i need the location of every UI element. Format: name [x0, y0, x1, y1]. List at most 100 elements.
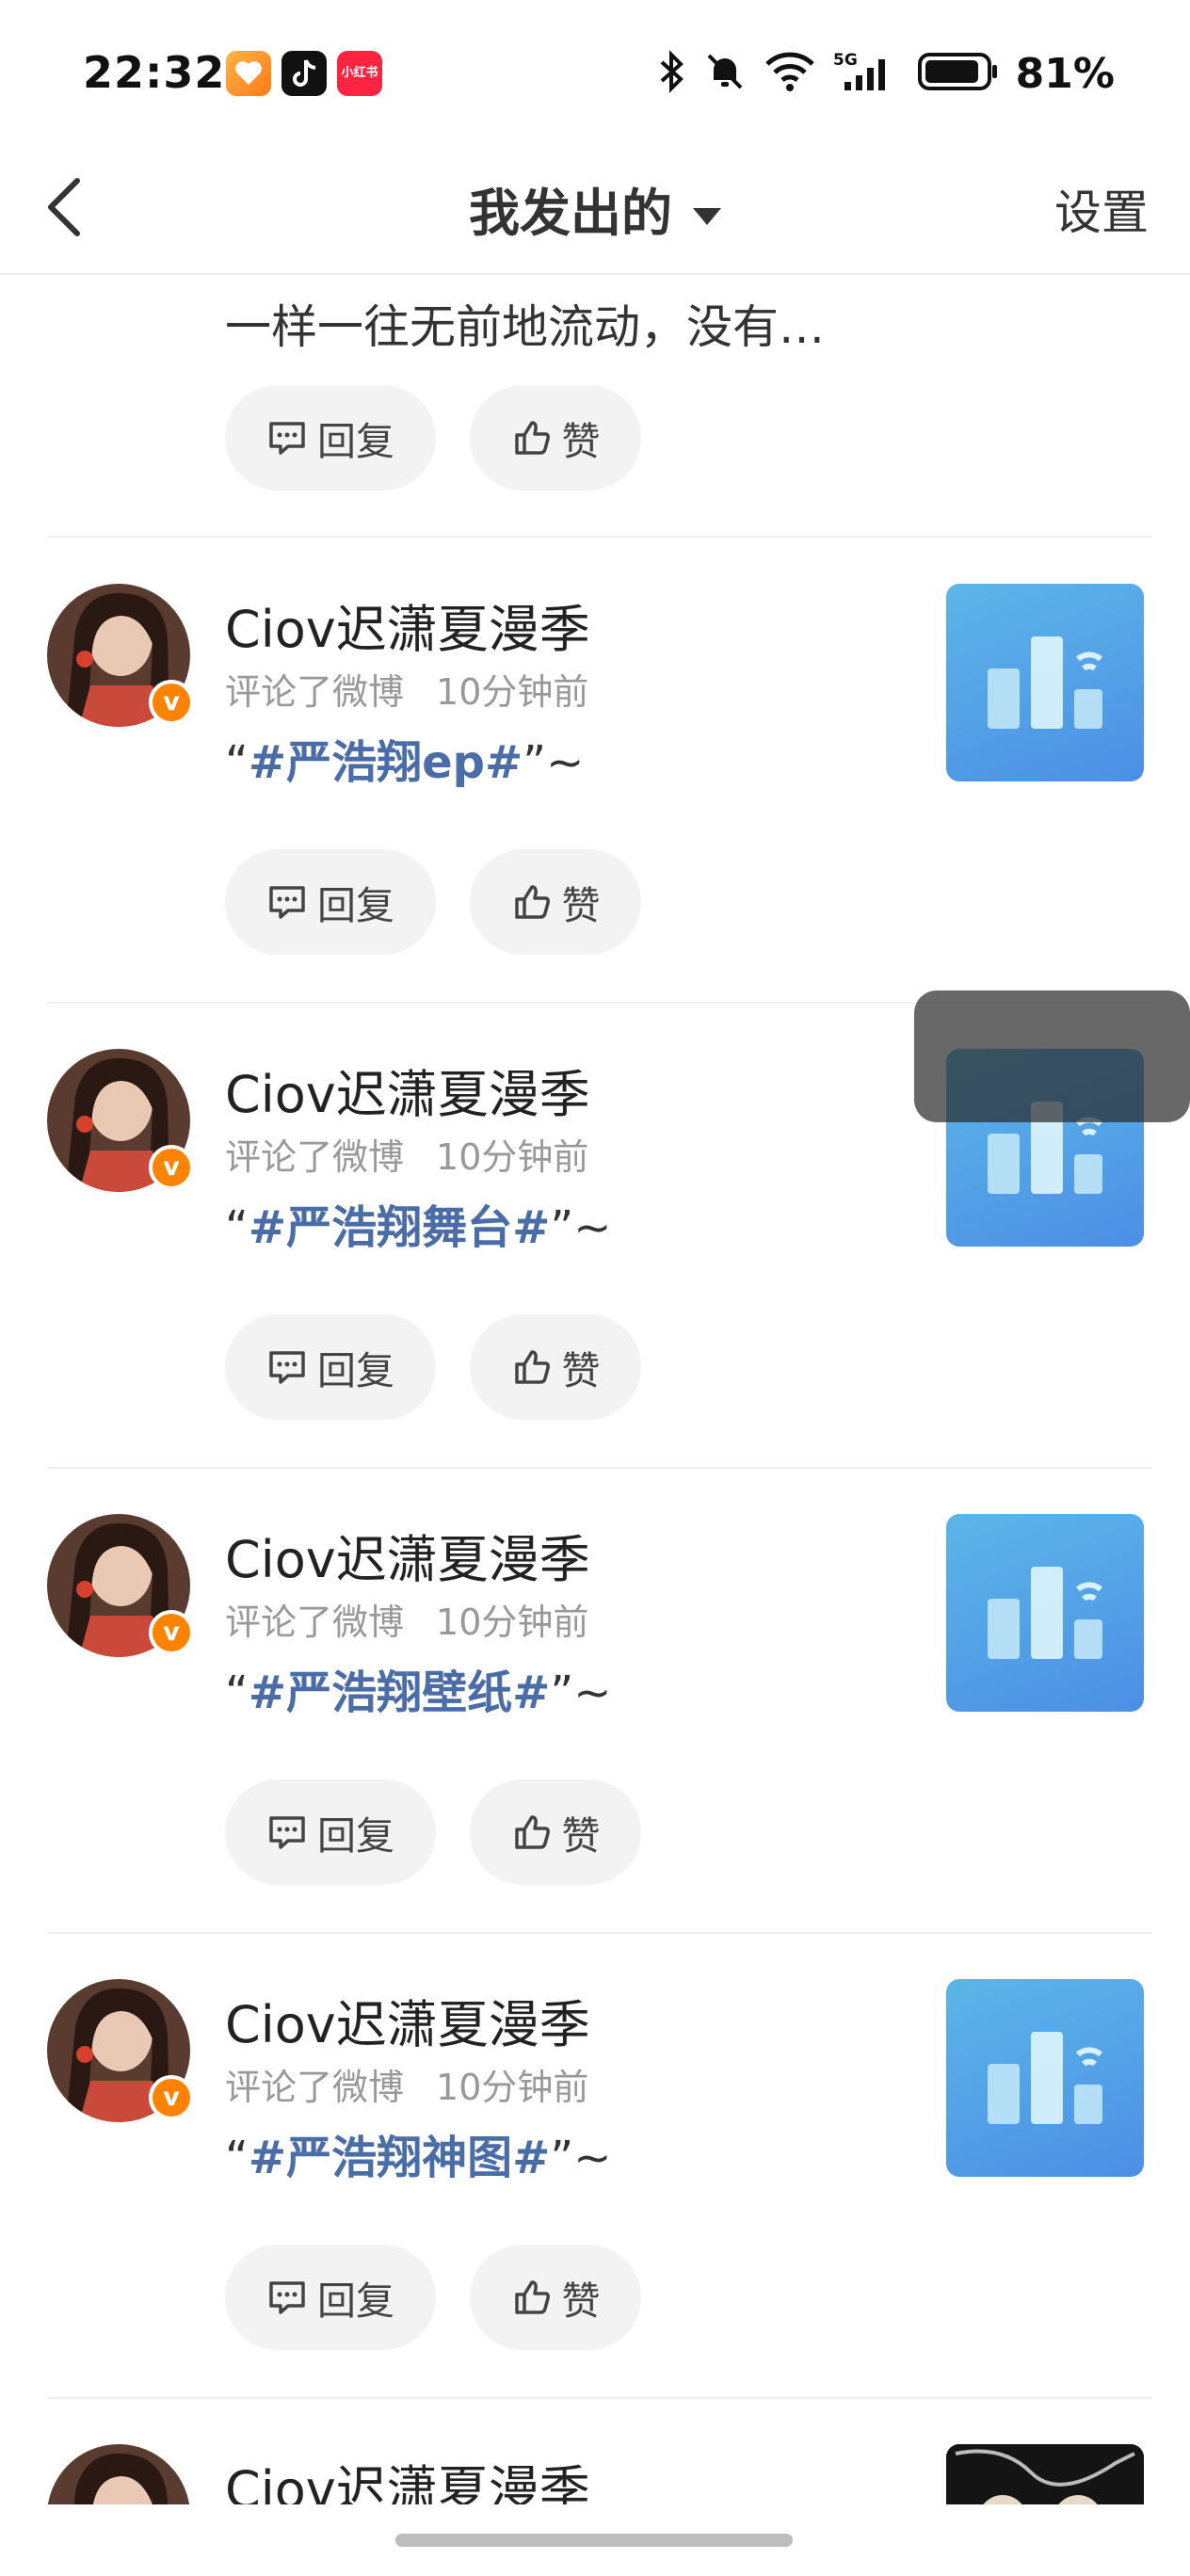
list-item[interactable]: v Ciov迟潇夏漫季 评论了微博 10分钟前 “#严浩翔ep#”~ 回复 赞 — [0, 539, 1190, 1004]
comment-text[interactable]: “#严浩翔壁纸#”~ — [225, 1655, 611, 1721]
status-time: 22:32 — [83, 47, 226, 98]
comment-icon — [269, 422, 305, 455]
thumbs-up-icon — [514, 421, 550, 455]
quote-close: ”~ — [550, 1201, 612, 1254]
user-name[interactable]: Ciov迟潇夏漫季 — [225, 1518, 590, 1592]
like-button[interactable]: 赞 — [470, 1779, 641, 1885]
navigation-bar: 我发出的 设置 — [0, 141, 1190, 275]
reply-button[interactable]: 回复 — [225, 849, 436, 955]
list-item[interactable]: v Ciov迟潇夏漫季 评论了微博 10分钟前 “#严浩翔壁纸#”~ 回复 赞 — [0, 1469, 1190, 1934]
post-thumbnail[interactable] — [946, 584, 1144, 781]
verified-badge-icon: v — [149, 1610, 194, 1655]
comment-text[interactable]: 一样一往无前地流动，没有… — [225, 290, 825, 357]
comment-text[interactable]: “#严浩翔ep#”~ — [225, 725, 584, 791]
like-button[interactable]: 赞 — [470, 1314, 641, 1420]
reply-label: 回复 — [317, 883, 394, 928]
reply-button[interactable]: 回复 — [225, 1779, 436, 1885]
wifi-icon — [764, 51, 816, 96]
topic-link[interactable]: #严浩翔神图# — [249, 2132, 550, 2184]
comment-icon — [269, 1351, 305, 1384]
status-bar: 22:32 小红书 5G 81% — [0, 0, 1190, 141]
post-thumbnail[interactable] — [946, 1514, 1144, 1712]
comment-text[interactable]: “#严浩翔舞台#”~ — [225, 1190, 611, 1256]
like-button[interactable]: 赞 — [470, 2245, 641, 2350]
reply-label: 回复 — [317, 1348, 394, 1393]
page-title: 我发出的 — [469, 184, 672, 243]
action-label: 评论了微博 — [225, 671, 405, 713]
like-label: 赞 — [561, 1813, 601, 1859]
user-name[interactable]: Ciov迟潇夏漫季 — [225, 588, 590, 662]
like-button[interactable]: 赞 — [470, 385, 641, 491]
quote-open: “ — [225, 1201, 249, 1254]
quote-open: “ — [225, 1666, 249, 1719]
user-name[interactable]: Ciov迟潇夏漫季 — [225, 2448, 590, 2504]
post-thumbnail[interactable] — [946, 2444, 1144, 2504]
comment-text[interactable]: “#严浩翔神图#”~ — [225, 2120, 611, 2186]
image-thumbnail-icon — [946, 2444, 1144, 2504]
comment-icon — [269, 1816, 305, 1849]
timestamp: 10分钟前 — [436, 671, 589, 713]
like-button[interactable]: 赞 — [470, 849, 641, 955]
timestamp: 10分钟前 — [436, 1136, 589, 1178]
thumbs-up-icon — [514, 885, 550, 919]
comment-icon — [269, 2281, 305, 2314]
quote-close: ”~ — [550, 1666, 612, 1719]
comment-actions: 回复 赞 — [225, 1314, 641, 1420]
verified-badge-icon: v — [149, 680, 194, 725]
timestamp: 10分钟前 — [436, 2067, 589, 2108]
reply-button[interactable]: 回复 — [225, 385, 436, 491]
reply-button[interactable]: 回复 — [225, 2245, 436, 2350]
quote-close: ”~ — [523, 736, 585, 789]
battery-icon — [917, 51, 999, 96]
action-label: 评论了微博 — [225, 1602, 405, 1643]
post-thumbnail[interactable] — [946, 1979, 1144, 2177]
action-label: 评论了微博 — [225, 1136, 405, 1178]
comment-icon — [269, 886, 305, 919]
like-label: 赞 — [561, 419, 601, 464]
comment-meta: 评论了微博 10分钟前 — [225, 1128, 588, 1180]
heart-app-icon — [226, 51, 271, 96]
quote-open: “ — [225, 2132, 249, 2184]
home-indicator[interactable] — [395, 2534, 793, 2547]
chart-placeholder-icon — [988, 1567, 1102, 1659]
reply-label: 回复 — [317, 2278, 394, 2324]
timestamp: 10分钟前 — [436, 1602, 589, 1643]
page-title-dropdown[interactable]: 我发出的 — [0, 171, 1190, 246]
reply-label: 回复 — [317, 419, 394, 464]
quote-close: ”~ — [550, 2132, 612, 2184]
reply-label: 回复 — [317, 1813, 394, 1859]
settings-button[interactable]: 设置 — [1054, 175, 1149, 243]
verified-badge-icon: v — [149, 2075, 194, 2120]
tiktok-app-icon — [281, 51, 327, 96]
user-name[interactable]: Ciov迟潇夏漫季 — [225, 1983, 590, 2057]
bluetooth-icon — [658, 50, 686, 97]
comment-meta: 评论了微博 10分钟前 — [225, 663, 588, 715]
like-label: 赞 — [561, 1348, 601, 1393]
chart-placeholder-icon — [988, 636, 1102, 729]
like-label: 赞 — [561, 2278, 601, 2324]
xiaohongshu-app-icon: 小红书 — [337, 51, 382, 96]
comment-actions: 回复 赞 — [225, 2245, 641, 2350]
thumbs-up-icon — [514, 1350, 550, 1384]
list-item[interactable]: v Ciov迟潇夏漫季 评论了微博 10分钟前 “#严浩翔神图#”~ 回复 赞 — [0, 1934, 1190, 2399]
quote-open: “ — [225, 736, 249, 789]
status-icons: 5G 81% — [658, 47, 1115, 100]
chart-placeholder-icon — [988, 2032, 1102, 2124]
topic-link[interactable]: #严浩翔壁纸# — [249, 1666, 550, 1719]
floating-overlay — [914, 990, 1190, 1122]
reply-button[interactable]: 回复 — [225, 1314, 436, 1420]
topic-link[interactable]: #严浩翔舞台# — [249, 1201, 550, 1254]
bell-muted-icon — [703, 50, 747, 97]
comment-meta: 评论了微博 10分钟前 — [225, 2058, 588, 2110]
action-label: 评论了微博 — [225, 2067, 405, 2108]
battery-percentage: 81% — [1015, 49, 1115, 98]
comment-actions: 回复 赞 — [225, 385, 641, 491]
topic-link[interactable]: #严浩翔ep# — [249, 736, 523, 789]
cellular-signal-icon: 5G — [833, 50, 901, 97]
verified-badge-icon: v — [149, 1145, 194, 1190]
list-item[interactable]: Ciov迟潇夏漫季 — [0, 2399, 1190, 2504]
thumbs-up-icon — [514, 1815, 550, 1849]
avatar[interactable] — [47, 2444, 190, 2504]
user-name[interactable]: Ciov迟潇夏漫季 — [225, 1053, 590, 1127]
comment-actions: 回复 赞 — [225, 849, 641, 955]
